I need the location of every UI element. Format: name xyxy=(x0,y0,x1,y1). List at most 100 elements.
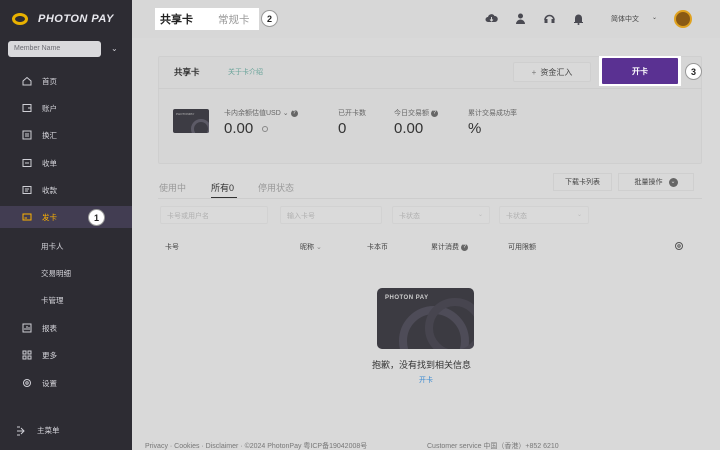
exchange-icon xyxy=(22,130,32,140)
chevron-down-icon: ⌄ xyxy=(668,177,678,187)
more-icon xyxy=(22,350,32,360)
user-icon[interactable] xyxy=(514,12,527,25)
tab-in-use[interactable]: 使用中 xyxy=(159,181,186,194)
empty-state-message: 抱歉，没有找到相关信息 xyxy=(372,360,472,370)
column-total-spend: 累计消费? xyxy=(431,242,468,252)
collapse-menu-button[interactable]: 主菜单 xyxy=(16,425,60,436)
column-currency: 卡本币 xyxy=(367,244,388,251)
card-number-input[interactable]: 输入卡号 xyxy=(280,206,382,224)
column-total-spend-label: 累计消费 xyxy=(431,244,459,251)
balance-label-text: 卡内余额估值USD xyxy=(224,110,281,117)
empty-state-open-card-link[interactable]: 开卡 xyxy=(419,375,433,385)
card-thumbnail: PHOTONPAY xyxy=(173,109,209,133)
card-status-select-2-label: 卡状态 xyxy=(506,213,527,220)
empty-state-card-image: PHOTON PAY xyxy=(377,288,474,349)
divider xyxy=(158,88,702,89)
tab-disabled[interactable]: 停用状态 xyxy=(258,181,294,194)
plus-icon: + xyxy=(531,67,537,77)
cloud-download-icon[interactable] xyxy=(485,12,498,25)
sidebar-item-label: 更多 xyxy=(42,350,57,360)
collapse-arrow-icon xyxy=(16,426,27,436)
column-nickname-label: 昵称 xyxy=(300,244,314,251)
card-status-select-label: 卡状态 xyxy=(399,213,420,220)
success-rate-label: 累计交易成功率 xyxy=(468,110,517,117)
sidebar-item-label: 账户 xyxy=(42,103,57,113)
acquiring-icon xyxy=(22,158,32,168)
sidebar-item-card-management[interactable]: 卡管理 xyxy=(0,289,132,311)
column-nickname[interactable]: 昵称 ⌄ xyxy=(300,242,322,252)
sidebar-item-label: 设置 xyxy=(42,378,57,388)
brand-name: PHOTON PAY xyxy=(38,13,114,25)
chevron-down-icon: ⌄ xyxy=(477,212,483,218)
home-icon xyxy=(22,76,32,86)
open-card-button[interactable]: 开卡 xyxy=(602,58,678,84)
sidebar-item-receive[interactable]: 收款 xyxy=(0,179,132,201)
column-settings-icon[interactable] xyxy=(674,241,684,251)
sidebar-item-report[interactable]: 报表 xyxy=(0,317,132,339)
balance-value: 0.00 xyxy=(224,120,254,137)
help-icon[interactable]: ? xyxy=(461,243,468,251)
marker-1: 1 xyxy=(88,209,105,226)
download-card-list-button[interactable]: 下载卡列表 xyxy=(553,173,612,191)
collapse-menu-label: 主菜单 xyxy=(37,426,60,435)
chevron-down-icon[interactable]: ⌄ xyxy=(652,14,657,21)
card-status-select[interactable]: 卡状态 ⌄ xyxy=(392,206,490,224)
search-input[interactable]: 卡号或用户名 xyxy=(160,206,268,224)
sidebar-item-label: 收单 xyxy=(42,158,57,168)
today-amount-label: 今日交易额? xyxy=(394,108,438,118)
footer-links[interactable]: Privacy · Cookies · Disclaimer · ©2024 P… xyxy=(145,441,367,450)
sidebar-item-label: 发卡 xyxy=(42,212,57,222)
report-icon xyxy=(22,323,32,333)
tab-regular-card[interactable]: 常规卡 xyxy=(218,12,250,27)
footer-customer-service: Customer service 中国（香港）+852 6210 xyxy=(427,443,559,450)
sidebar-item-settings[interactable]: 设置 xyxy=(0,372,132,394)
account-icon xyxy=(22,103,32,113)
balance-label: 卡内余额估值USD ⌄? xyxy=(224,108,298,118)
sort-icon: ⌄ xyxy=(315,244,322,251)
sidebar-item-home[interactable]: 首页 xyxy=(0,70,132,92)
cards-opened-label: 已开卡数 xyxy=(338,110,366,117)
column-available-limit: 可用限额 xyxy=(508,244,536,251)
help-icon[interactable]: ? xyxy=(431,109,438,117)
language-select[interactable]: 简体中文 xyxy=(611,14,639,24)
sidebar-item-exchange[interactable]: 换汇 xyxy=(0,124,132,146)
sidebar-item-label: 收款 xyxy=(42,185,57,195)
today-amount-label-text: 今日交易额 xyxy=(394,110,429,117)
sidebar-item-transactions[interactable]: 交易明细 xyxy=(0,262,132,284)
tab-all[interactable]: 所有0 xyxy=(211,181,234,194)
sidebar-item-label: 换汇 xyxy=(42,130,57,140)
fund-transfer-label: 资金汇入 xyxy=(540,67,573,77)
sidebar-item-issue-card[interactable]: 发卡 xyxy=(0,206,132,228)
batch-operation-button[interactable]: 批量操作 ⌄ xyxy=(618,173,694,191)
marker-2: 2 xyxy=(261,10,278,27)
sidebar-item-more[interactable]: 更多 xyxy=(0,344,132,366)
card-status-select-2[interactable]: 卡状态 ⌄ xyxy=(499,206,589,224)
brand-logo[interactable]: PHOTON PAY xyxy=(12,8,114,30)
fund-transfer-button[interactable]: + 资金汇入 xyxy=(513,62,591,82)
sidebar: PHOTON PAY Member Name ⌄ 首页 账户 换汇 收单 收款 … xyxy=(0,0,132,450)
chevron-down-icon[interactable]: ⌄ xyxy=(111,44,121,54)
refresh-icon[interactable] xyxy=(262,126,268,132)
sidebar-item-cardholder[interactable]: 用卡人 xyxy=(0,235,132,257)
card-intro-link[interactable]: 关于卡介绍 xyxy=(228,67,263,77)
marker-3: 3 xyxy=(685,63,702,80)
cards-opened-value: 0 xyxy=(338,120,347,137)
tab-shared-card[interactable]: 共享卡 xyxy=(160,11,193,27)
headset-icon[interactable] xyxy=(543,12,556,25)
sidebar-item-label: 用卡人 xyxy=(41,241,64,251)
chevron-down-icon: ⌄ xyxy=(576,212,582,218)
sidebar-item-acquiring[interactable]: 收单 xyxy=(0,152,132,174)
column-card-number: 卡号 xyxy=(165,244,179,251)
sidebar-item-label: 交易明细 xyxy=(41,268,71,278)
member-select[interactable]: Member Name xyxy=(8,41,101,57)
receive-icon xyxy=(22,185,32,195)
help-icon[interactable]: ? xyxy=(290,109,298,117)
bell-icon[interactable] xyxy=(572,12,585,25)
today-amount-value: 0.00 xyxy=(394,120,424,137)
photon-pay-logo-icon xyxy=(12,11,32,27)
sidebar-item-label: 首页 xyxy=(42,76,57,86)
chevron-down-icon[interactable]: ⌄ xyxy=(283,110,289,117)
avatar[interactable] xyxy=(674,10,692,28)
card-brand: PHOTONPAY xyxy=(176,112,195,116)
sidebar-item-account[interactable]: 账户 xyxy=(0,97,132,119)
